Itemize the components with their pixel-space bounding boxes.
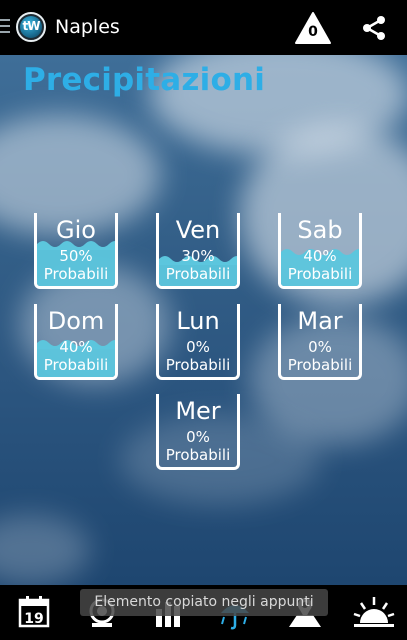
probability-label: Probabili: [165, 265, 231, 283]
alert-count: 0: [308, 24, 318, 40]
precip-percent: 40%: [59, 338, 93, 356]
day-card-mer[interactable]: Mer 0% Probabili: [156, 394, 240, 470]
city-name[interactable]: Naples: [55, 16, 120, 38]
calendar-icon: 19: [18, 596, 50, 628]
sunrise-button[interactable]: [352, 593, 395, 631]
probability-label: Probabili: [165, 356, 231, 374]
day-label: Sab: [297, 216, 343, 244]
day-label: Dom: [47, 307, 105, 335]
alert-button[interactable]: 0: [294, 11, 332, 45]
precip-percent: 0%: [186, 428, 210, 446]
day-card-ven[interactable]: Ven 30% Probabili: [156, 213, 240, 289]
day-label: Mar: [297, 307, 343, 335]
sunrise-icon: [353, 597, 395, 627]
share-icon: [363, 16, 385, 40]
toast-message: Elemento copiato negli appunti: [80, 589, 328, 616]
day-label: Lun: [176, 307, 220, 335]
precip-percent: 0%: [308, 338, 332, 356]
probability-label: Probabili: [287, 356, 353, 374]
day-card-sab[interactable]: Sab 40% Probabili: [278, 213, 362, 289]
precip-percent: 0%: [186, 338, 210, 356]
day-card-gio[interactable]: Gio 50% Probabili: [34, 213, 118, 289]
probability-label: Probabili: [165, 446, 231, 464]
app-bar: tW Naples 0: [0, 0, 407, 55]
menu-icon[interactable]: [0, 19, 12, 35]
cloud: [0, 515, 90, 585]
probability-label: Probabili: [43, 265, 109, 283]
probability-label: Probabili: [287, 265, 353, 283]
page-title: Precipitazioni: [23, 62, 266, 98]
share-button[interactable]: [360, 14, 388, 42]
day-card-dom[interactable]: Dom 40% Probabili: [34, 304, 118, 380]
precip-percent: 40%: [303, 247, 337, 265]
day-card-lun[interactable]: Lun 0% Probabili: [156, 304, 240, 380]
calendar-day: 19: [24, 611, 43, 627]
probability-label: Probabili: [43, 356, 109, 374]
calendar-button[interactable]: 19: [15, 593, 55, 631]
day-label: Gio: [56, 216, 96, 244]
day-label: Mer: [175, 397, 221, 425]
logo-text: tW: [22, 19, 41, 33]
app-logo[interactable]: tW: [16, 12, 46, 42]
precip-percent: 50%: [59, 247, 93, 265]
precip-percent: 30%: [181, 247, 215, 265]
day-label: Ven: [175, 216, 221, 244]
day-card-mar[interactable]: Mar 0% Probabili: [278, 304, 362, 380]
